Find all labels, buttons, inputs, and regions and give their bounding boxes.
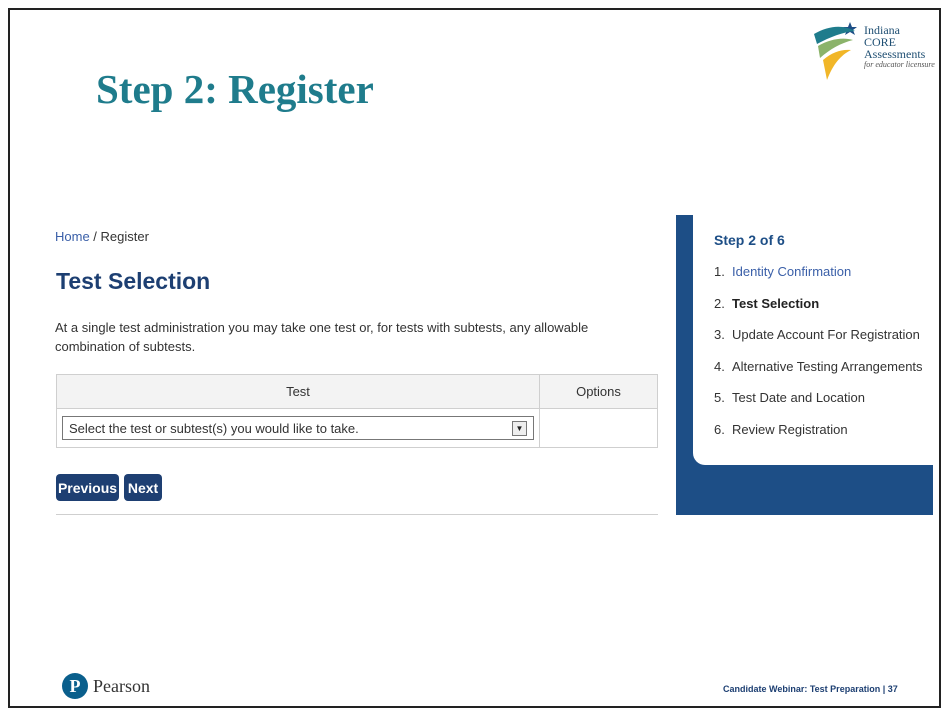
step-item-alternative-testing: 4. Alternative Testing Arrangements: [714, 359, 923, 391]
step-number: 1.: [714, 264, 725, 279]
pearson-icon: P: [62, 673, 88, 699]
step-number: 4.: [714, 358, 725, 374]
column-header-test: Test: [56, 374, 540, 409]
step-item-review-registration: 6. Review Registration: [714, 422, 923, 454]
next-button[interactable]: Next: [124, 474, 162, 501]
test-selection-table: Test Options Select the test or subtest(…: [56, 374, 658, 448]
logo-tagline: for educator licensure: [864, 60, 935, 69]
table-row: Select the test or subtest(s) you would …: [56, 408, 658, 448]
step-heading: Step 2 of 6: [714, 232, 785, 248]
slide-title: Step 2: Register: [96, 66, 374, 112]
test-select[interactable]: Select the test or subtest(s) you would …: [62, 416, 534, 440]
previous-button[interactable]: Previous: [56, 474, 119, 501]
pearson-wordmark: Pearson: [93, 675, 150, 696]
options-cell: [539, 408, 658, 448]
footer-text: Candidate Webinar: Test Preparation | 37: [723, 684, 898, 694]
breadcrumb: Home / Register: [55, 229, 149, 244]
step-item-identity-confirmation[interactable]: 1. Identity Confirmation: [714, 264, 923, 296]
step-label[interactable]: Identity Confirmation: [732, 264, 851, 279]
section-title: Test Selection: [56, 268, 211, 294]
test-cell: Select the test or subtest(s) you would …: [56, 408, 540, 448]
intro-text: At a single test administration you may …: [55, 320, 589, 354]
step-item-update-account: 3. Update Account For Registration: [714, 327, 923, 359]
step-number: 3.: [714, 327, 725, 343]
step-label: Test Selection: [732, 295, 820, 311]
logo-text: Indiana CORE Assessments for educator li…: [864, 24, 935, 70]
step-label: Update Account For Registration: [732, 327, 920, 343]
step-number: 2.: [714, 295, 725, 311]
step-number: 6.: [714, 421, 725, 437]
step-label: Test Date and Location: [732, 390, 865, 406]
step-label: Alternative Testing Arrangements: [732, 358, 923, 374]
divider: [56, 514, 658, 515]
breadcrumb-home-link[interactable]: Home: [55, 229, 90, 244]
pearson-logo: P Pearson: [62, 673, 150, 699]
column-header-options: Options: [539, 374, 658, 409]
step-item-test-selection: 2. Test Selection: [714, 296, 923, 328]
table-header-row: Test Options: [56, 374, 658, 409]
chevron-down-icon[interactable]: ▼: [512, 420, 527, 436]
test-select-value: Select the test or subtest(s) you would …: [69, 420, 359, 436]
step-list: 1. Identity Confirmation 2. Test Selection…: [714, 264, 923, 454]
breadcrumb-separator: /: [89, 229, 101, 244]
step-label: Review Registration: [732, 421, 848, 437]
step-number: 5.: [714, 390, 725, 406]
step-item-test-date-location: 5. Test Date and Location: [714, 390, 923, 422]
logo-line-3: Assessments: [864, 47, 926, 61]
breadcrumb-current: Register: [100, 229, 149, 244]
